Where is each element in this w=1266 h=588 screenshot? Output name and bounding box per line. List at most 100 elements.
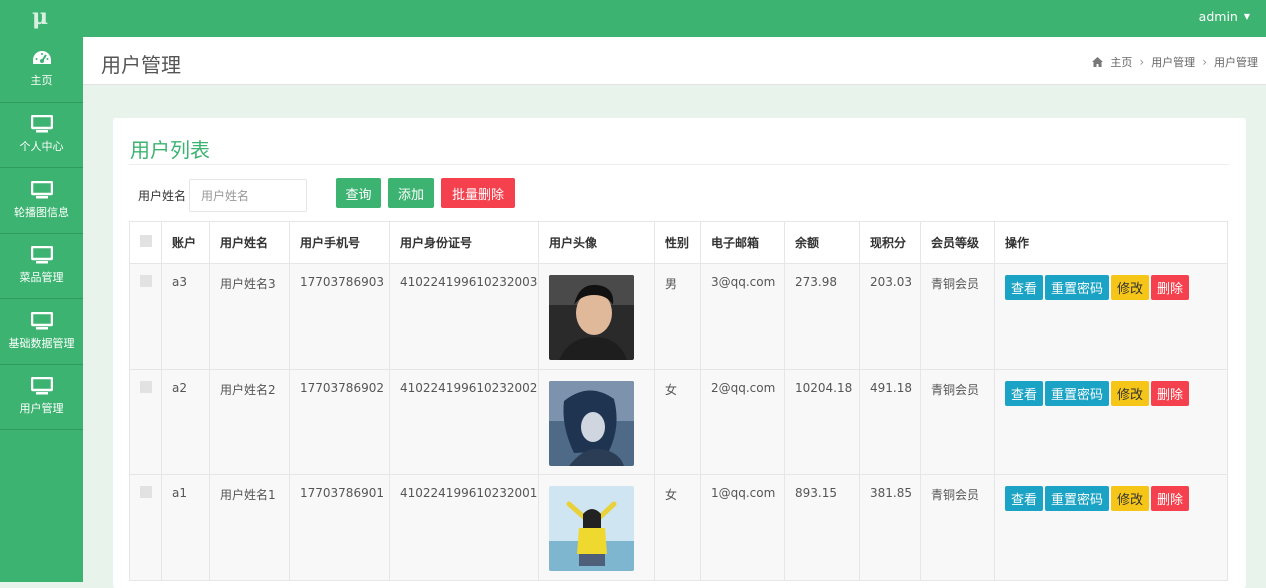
- sidebar-item-label: 菜品管理: [19, 271, 64, 285]
- sidebar: 主页 个人中心 轮播图信息 菜品管理 基础数据管理 用户管理: [0, 37, 83, 582]
- table-header-row: 账户 用户姓名 用户手机号 用户身份证号 用户头像 性别 电子邮箱 余额 现积分…: [129, 221, 1228, 264]
- sidebar-item-basic-data[interactable]: 基础数据管理: [0, 299, 83, 365]
- sidebar-item-dishes[interactable]: 菜品管理: [0, 234, 83, 299]
- cell-idcard: 410224199610232001: [389, 474, 539, 581]
- cell-email: 2@qq.com: [700, 368, 785, 475]
- cell-level: 青铜会员: [920, 368, 995, 475]
- select-all-checkbox[interactable]: [140, 235, 152, 247]
- top-bar: μ admin ▼: [0, 0, 1266, 37]
- user-table: 账户 用户姓名 用户手机号 用户身份证号 用户头像 性别 电子邮箱 余额 现积分…: [129, 221, 1228, 581]
- view-button[interactable]: 查看: [1005, 380, 1044, 406]
- add-button[interactable]: 添加: [388, 178, 434, 208]
- sidebar-item-label: 轮播图信息: [14, 205, 69, 219]
- cell-gender: 女: [654, 474, 701, 581]
- sidebar-item-users[interactable]: 用户管理: [0, 365, 83, 430]
- monitor-icon: [30, 115, 53, 133]
- search-name-input[interactable]: [189, 179, 307, 212]
- column-header: 现积分: [859, 221, 921, 264]
- cell-account: a1: [161, 474, 210, 581]
- panel-title: 用户列表: [130, 138, 210, 162]
- row-select-cell[interactable]: [129, 263, 162, 370]
- batch-delete-button[interactable]: 批量删除: [441, 178, 515, 208]
- breadcrumb-current: 用户管理: [1214, 56, 1258, 69]
- reset-password-button[interactable]: 重置密码: [1045, 275, 1110, 300]
- chevron-right-icon: ›: [1202, 55, 1207, 69]
- breadcrumb-item[interactable]: 用户管理: [1151, 54, 1195, 70]
- cell-level: 青铜会员: [920, 263, 995, 370]
- home-icon: [1092, 57, 1104, 67]
- cell-name: 用户姓名1: [209, 474, 290, 581]
- cell-balance: 273.98: [784, 263, 860, 370]
- table-row: a2 用户姓名2 17703786902 410224199610232002 …: [129, 368, 1228, 475]
- row-actions: 查看 重置密码 修改 删除: [1005, 275, 1227, 300]
- row-checkbox[interactable]: [140, 380, 152, 393]
- cell-name: 用户姓名3: [209, 263, 290, 370]
- view-button[interactable]: 查看: [1005, 486, 1044, 511]
- delete-button[interactable]: 删除: [1151, 275, 1190, 300]
- column-header: 性别: [654, 221, 701, 264]
- user-avatar-image: [549, 486, 634, 571]
- delete-button[interactable]: 删除: [1151, 486, 1190, 511]
- edit-button[interactable]: 修改: [1111, 486, 1150, 511]
- column-header: 余额: [784, 221, 860, 264]
- column-header: 电子邮箱: [700, 221, 785, 264]
- row-checkbox[interactable]: [140, 275, 152, 287]
- user-avatar-image: [549, 275, 634, 360]
- breadcrumb: 主页 › 用户管理 › 用户管理: [1092, 54, 1258, 70]
- cell-name: 用户姓名2: [209, 368, 290, 475]
- divider: [129, 164, 1229, 165]
- cell-ops: 查看 重置密码 修改 删除: [994, 263, 1228, 370]
- cell-phone: 17703786902: [289, 368, 390, 475]
- monitor-icon: [30, 246, 53, 264]
- sidebar-item-label: 个人中心: [19, 140, 64, 154]
- monitor-icon: [30, 377, 53, 395]
- page-header: 用户管理 主页 › 用户管理 › 用户管理: [83, 37, 1266, 85]
- cell-idcard: 410224199610232003: [389, 263, 539, 370]
- page-title: 用户管理: [101, 53, 181, 77]
- column-header: 账户: [161, 221, 210, 264]
- sidebar-item-carousel[interactable]: 轮播图信息: [0, 168, 83, 234]
- cell-avatar: [538, 474, 655, 581]
- cell-account: a3: [161, 263, 210, 370]
- cell-avatar: [538, 263, 655, 370]
- cell-ops: 查看 重置密码 修改 删除: [994, 368, 1228, 475]
- row-select-cell[interactable]: [129, 368, 162, 475]
- query-button[interactable]: 查询: [336, 178, 381, 208]
- cell-phone: 17703786901: [289, 474, 390, 581]
- breadcrumb-home[interactable]: 主页: [1110, 54, 1132, 70]
- delete-button[interactable]: 删除: [1151, 380, 1190, 406]
- cell-email: 1@qq.com: [700, 474, 785, 581]
- select-all-header[interactable]: [129, 221, 162, 264]
- view-button[interactable]: 查看: [1005, 275, 1044, 300]
- sidebar-item-home[interactable]: 主页: [0, 37, 83, 103]
- monitor-icon: [30, 311, 53, 330]
- search-label: 用户姓名: [138, 189, 187, 203]
- edit-button[interactable]: 修改: [1111, 275, 1150, 300]
- column-header: 操作: [994, 221, 1228, 264]
- user-avatar-image: [549, 380, 634, 466]
- cell-balance: 893.15: [784, 474, 860, 581]
- app-logo: μ: [32, 4, 49, 30]
- row-select-cell[interactable]: [129, 474, 162, 581]
- cell-level: 青铜会员: [920, 474, 995, 581]
- cell-phone: 17703786903: [289, 263, 390, 370]
- edit-button[interactable]: 修改: [1111, 380, 1150, 406]
- row-checkbox[interactable]: [140, 486, 152, 498]
- cell-gender: 女: [654, 368, 701, 475]
- cell-avatar: [538, 368, 655, 475]
- cell-email: 3@qq.com: [700, 263, 785, 370]
- chevron-right-icon: ›: [1139, 55, 1145, 69]
- reset-password-button[interactable]: 重置密码: [1045, 486, 1110, 511]
- cell-ops: 查看 重置密码 修改 删除: [994, 474, 1228, 581]
- reset-password-button[interactable]: 重置密码: [1045, 380, 1110, 406]
- row-actions: 查看 重置密码 修改 删除: [1005, 380, 1227, 406]
- user-menu[interactable]: admin ▼: [1199, 9, 1250, 24]
- cell-points: 203.03: [859, 263, 921, 370]
- table-row: a3 用户姓名3 17703786903 410224199610232003 …: [129, 263, 1228, 370]
- dashboard-icon: [32, 51, 51, 65]
- sidebar-item-personal-center[interactable]: 个人中心: [0, 103, 83, 168]
- sidebar-item-label: 主页: [30, 74, 53, 88]
- column-header: 用户身份证号: [389, 221, 539, 264]
- caret-down-icon: ▼: [1243, 12, 1250, 21]
- user-list-panel: 用户列表 用户姓名 查询 添加 批量删除 账户 用户姓名 用户手机号 用户身份证…: [113, 118, 1246, 588]
